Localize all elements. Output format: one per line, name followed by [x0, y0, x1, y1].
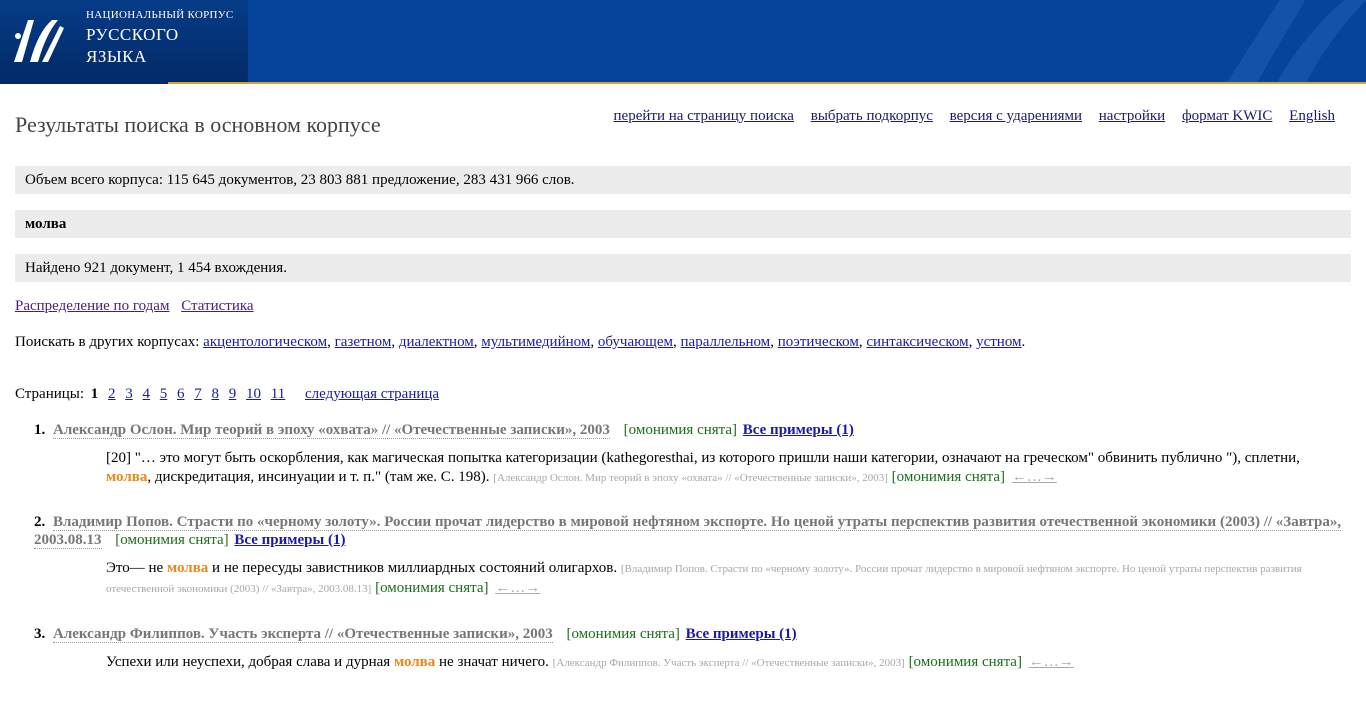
header-banner: НАЦИОНАЛЬНЫЙ КОРПУС РУССКОГО ЯЗЫКА: [0, 0, 1366, 84]
result-document-link[interactable]: Александр Филиппов. Участь эксперта // «…: [53, 626, 553, 643]
other-corpora-label: Поискать в других корпусах:: [15, 334, 200, 350]
corpus-link-spoken[interactable]: устном: [976, 334, 1021, 350]
pagination: Страницы: 1 2 3 4 5 6 7 8 9 10 11 следую…: [15, 386, 439, 403]
page-current: 1: [90, 386, 99, 402]
corpus-link-accent[interactable]: акцентологическом: [203, 334, 327, 350]
snippet-source: [Александр Ослон. Мир теорий в эпоху «ох…: [493, 472, 888, 484]
snippet-after: , дискредитация, инсинуации и т. п." (та…: [147, 469, 494, 485]
result-number: 1.: [34, 422, 46, 438]
snippet-homonymy: [омонимия снята]: [375, 580, 489, 596]
homonymy-label: [омонимия снята]: [566, 626, 680, 642]
result-item: 1. Александр Ослон. Мир теорий в эпоху «…: [34, 421, 1344, 488]
top-nav: перейти на страницу поиска выбрать подко…: [601, 108, 1335, 125]
snippet-homonymy: [омонимия снята]: [908, 654, 1022, 670]
corpus-link-parallel[interactable]: параллельном: [681, 334, 771, 350]
homonymy-label: [омонимия снята]: [623, 422, 738, 438]
result-document-link[interactable]: Александр Ослон. Мир теорий в эпоху «охв…: [53, 422, 610, 439]
page-link[interactable]: 4: [143, 386, 151, 402]
statistics-link[interactable]: Статистика: [181, 298, 253, 314]
snippet-before: Успехи или неуспехи, добрая слава и дурн…: [106, 654, 394, 670]
other-corpora: Поискать в других корпусах: акцентологич…: [15, 334, 1026, 350]
result-document-link[interactable]: Владимир Попов. Страсти по «черному золо…: [34, 514, 1342, 549]
page-link[interactable]: 11: [271, 386, 285, 402]
page-link[interactable]: 6: [177, 386, 185, 402]
page-title: Результаты поиска в основном корпусе: [15, 112, 381, 137]
banner-watermark-icon: [1226, 0, 1366, 84]
corpus-link-newspaper[interactable]: газетном: [335, 334, 392, 350]
page-link[interactable]: 8: [212, 386, 220, 402]
result-number: 2.: [34, 514, 46, 530]
snippet-after: и не пересуды завистников миллиардных со…: [208, 560, 621, 576]
homonymy-label: [омонимия снята]: [115, 532, 229, 548]
page-link[interactable]: 2: [108, 386, 116, 402]
corpus-link-dialect[interactable]: диалектном: [399, 334, 474, 350]
result-snippet: Успехи или неуспехи, добрая слава и дурн…: [106, 653, 1344, 673]
snippet-before: [20] "… это могут быть оскорбления, как …: [106, 450, 1300, 466]
found-bar: Найдено 921 документ, 1 454 вхождения.: [15, 254, 1351, 282]
nav-accents-link[interactable]: версия с ударениями: [950, 108, 1082, 124]
ruscorpora-logo-icon: [14, 20, 64, 62]
nav-settings-link[interactable]: настройки: [1099, 108, 1165, 124]
result-header: 3. Александр Филиппов. Участь эксперта /…: [34, 625, 1344, 643]
page-link[interactable]: 10: [246, 386, 261, 402]
nav-kwic-link[interactable]: формат KWIC: [1182, 108, 1272, 124]
nav-english-link[interactable]: English: [1289, 108, 1335, 124]
corpus-link-syntax[interactable]: синтаксическом: [866, 334, 968, 350]
page-link[interactable]: 5: [160, 386, 168, 402]
corpus-volume-bar: Объем всего корпуса: 115 645 документов,…: [15, 166, 1351, 194]
snippet-hit: молва: [166, 560, 209, 576]
result-snippet: Это— не молва и не пересуды завистников …: [106, 559, 1344, 599]
logo-line-3: ЯЗЫКА: [86, 47, 147, 66]
logo-text: НАЦИОНАЛЬНЫЙ КОРПУС РУССКОГО ЯЗЫКА: [86, 6, 234, 68]
banner-stripe: [168, 82, 1366, 84]
result-item: 2. Владимир Попов. Страсти по «черному з…: [34, 513, 1344, 599]
snippet-hit: молва: [106, 469, 148, 485]
page-link[interactable]: 3: [125, 386, 133, 402]
result-number: 3.: [34, 626, 46, 642]
distribution-by-years-link[interactable]: Распределение по годам: [15, 298, 169, 314]
logo-line-1: НАЦИОНАЛЬНЫЙ КОРПУС: [86, 9, 234, 21]
all-examples-link[interactable]: Все примеры (1): [234, 532, 345, 548]
snippet-after: не значат ничего.: [435, 654, 553, 670]
corpus-link-multimedia[interactable]: мультимедийном: [481, 334, 590, 350]
distribution-links: Распределение по годам Статистика: [15, 298, 262, 315]
logo-block[interactable]: НАЦИОНАЛЬНЫЙ КОРПУС РУССКОГО ЯЗЫКА: [0, 0, 248, 84]
page-link[interactable]: 7: [194, 386, 202, 402]
nav-subcorpus-link[interactable]: выбрать подкорпус: [811, 108, 933, 124]
result-snippet: [20] "… это могут быть оскорбления, как …: [106, 449, 1344, 488]
next-page-link[interactable]: следующая страница: [305, 386, 439, 402]
corpus-link-poetic[interactable]: поэтическом: [778, 334, 859, 350]
snippet-homonymy: [омонимия снята]: [891, 469, 1006, 485]
snippet-source: [Александр Филиппов. Участь эксперта // …: [552, 657, 905, 669]
result-header: 1. Александр Ослон. Мир теорий в эпоху «…: [34, 421, 1344, 439]
expand-context-link[interactable]: ←…→: [1029, 654, 1074, 670]
snippet-before: Это— не: [106, 560, 167, 576]
page-link[interactable]: 9: [229, 386, 237, 402]
corpus-link-learning[interactable]: обучающем: [598, 334, 673, 350]
logo-line-2: РУССКОГО: [86, 25, 179, 44]
query-bar: молва: [15, 210, 1351, 238]
result-item: 3. Александр Филиппов. Участь эксперта /…: [34, 625, 1344, 673]
expand-context-link[interactable]: ←…→: [495, 580, 540, 596]
expand-context-link[interactable]: ←…→: [1012, 469, 1057, 485]
pagination-label: Страницы:: [15, 386, 85, 402]
snippet-hit: молва: [393, 654, 436, 670]
all-examples-link[interactable]: Все примеры (1): [743, 422, 854, 438]
result-header: 2. Владимир Попов. Страсти по «черному з…: [34, 513, 1344, 549]
nav-search-page-link[interactable]: перейти на страницу поиска: [614, 108, 794, 124]
all-examples-link[interactable]: Все примеры (1): [686, 626, 797, 642]
